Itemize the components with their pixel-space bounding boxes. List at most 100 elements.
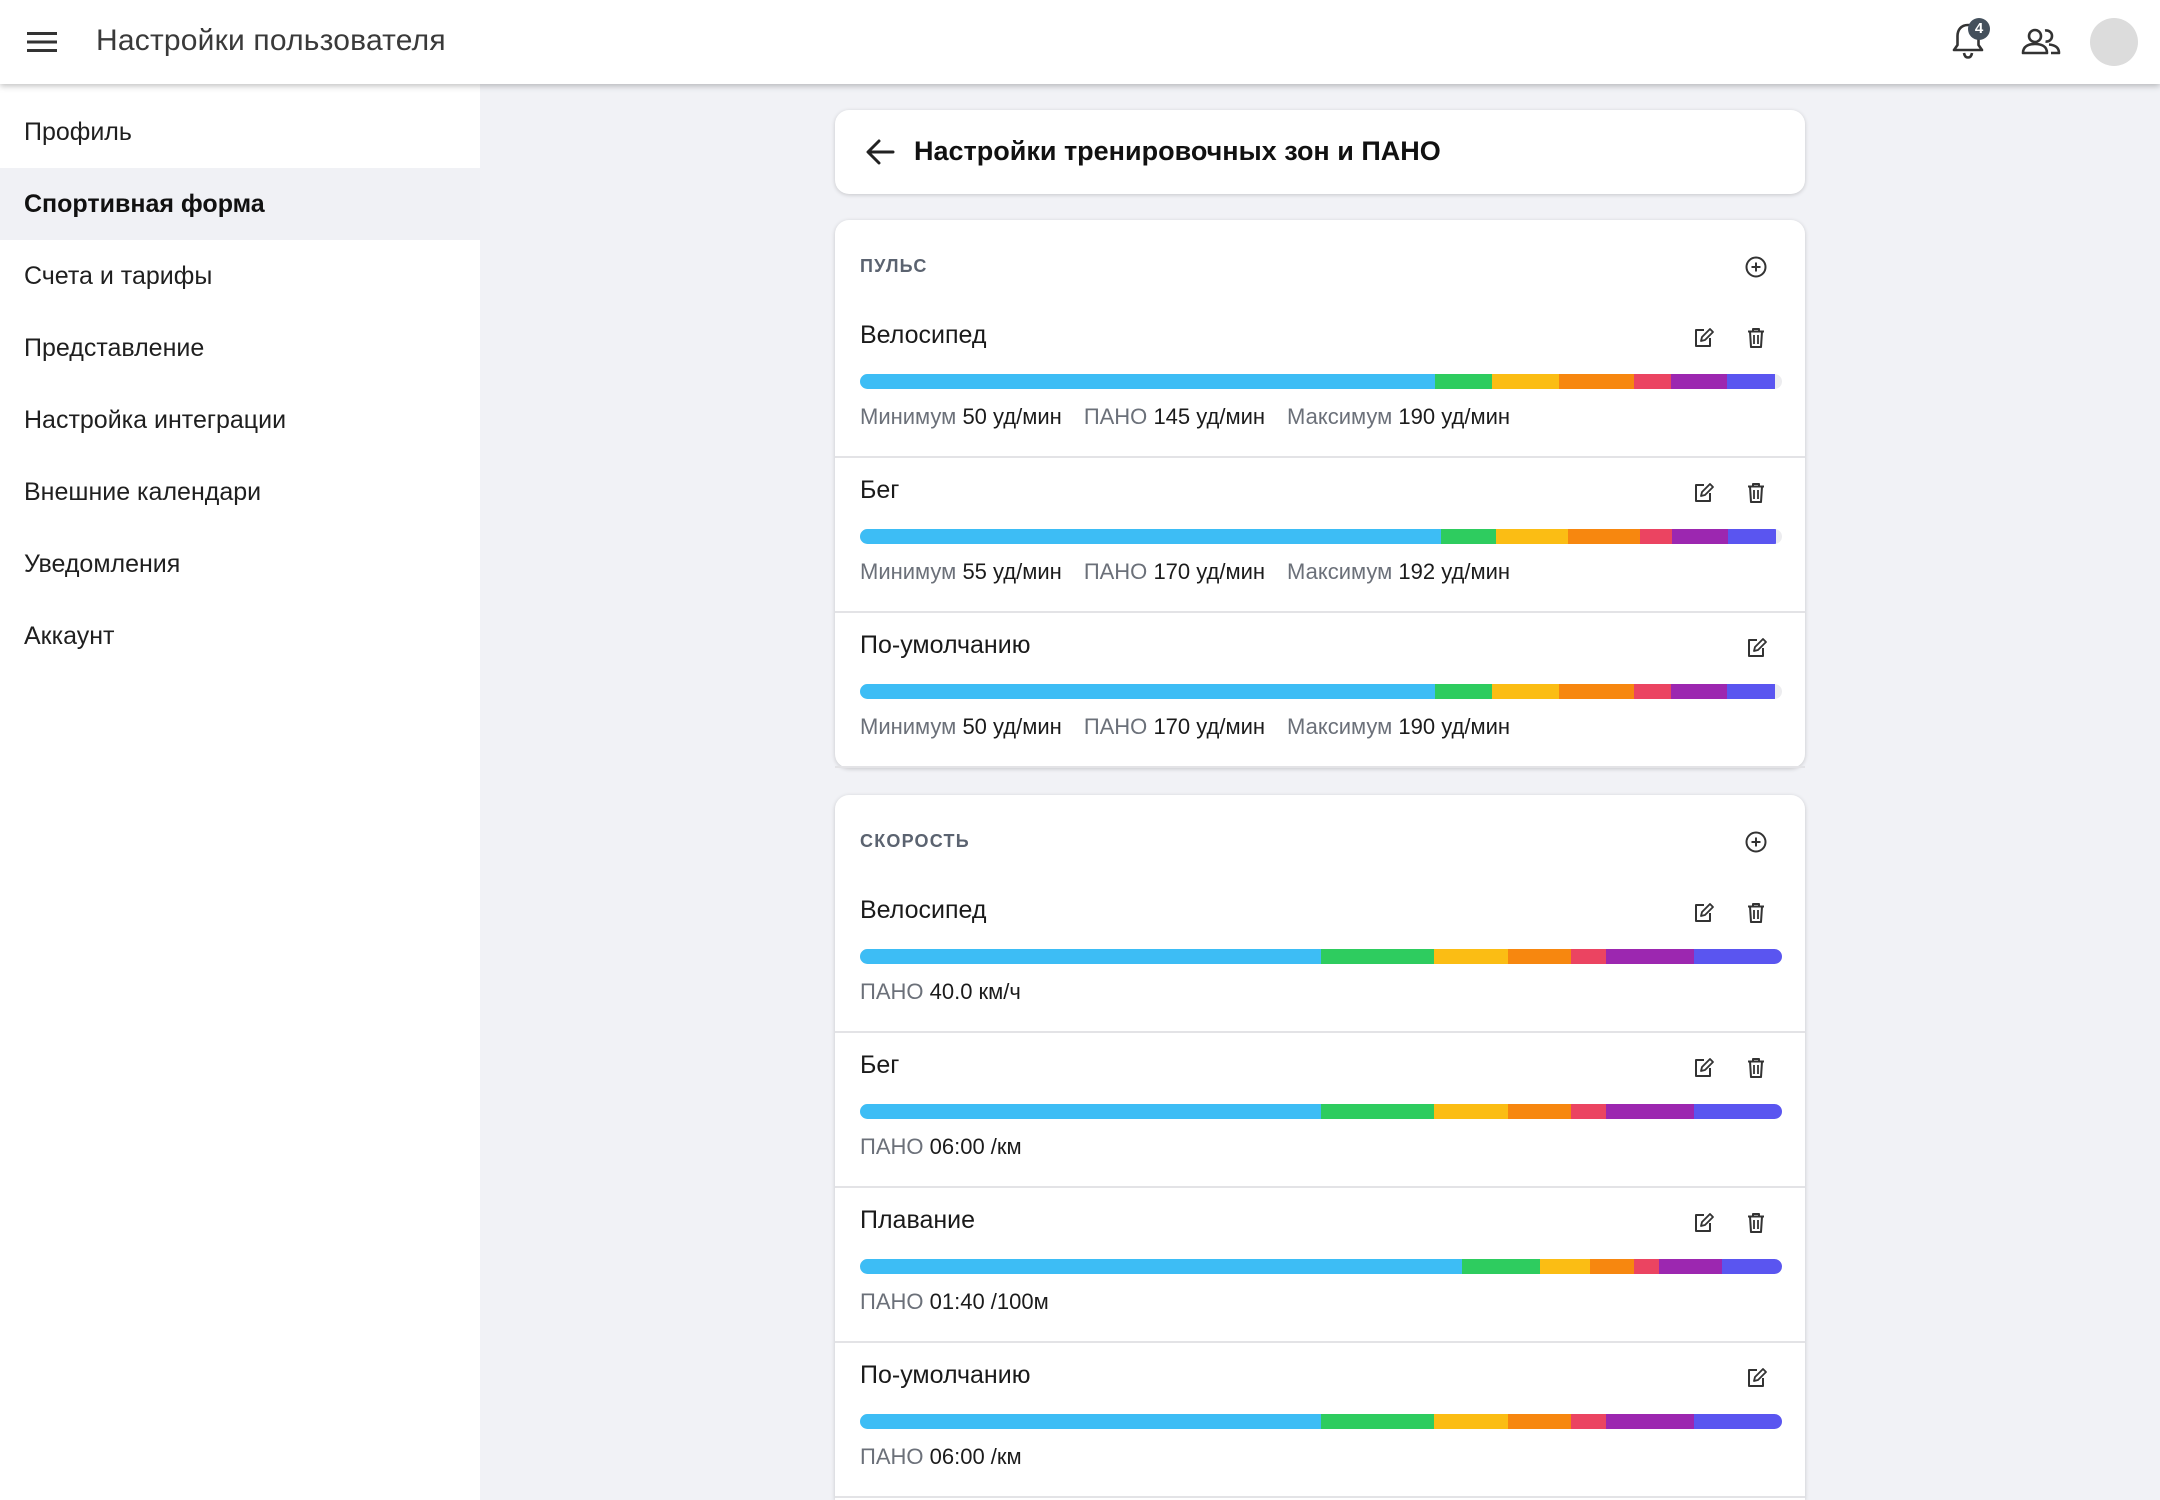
delete-trash-icon[interactable] — [1741, 898, 1771, 928]
add-pulse-zone-plus-circle-icon[interactable] — [1741, 252, 1771, 282]
sidebar-item-appearance[interactable]: Представление — [0, 312, 480, 384]
sidebar-item-integrations[interactable]: Настройка интеграции — [0, 384, 480, 456]
zone-distribution-bar — [860, 949, 1782, 964]
zone-segment-2 — [1440, 529, 1497, 544]
edit-icon[interactable] — [1688, 1208, 1718, 1238]
stat-pano: ПАНО 40.0 км/ч — [860, 979, 1021, 1004]
sidebar-item-sport-form[interactable]: Спортивная форма — [0, 168, 480, 240]
page-header-card: Настройки тренировочных зон и ПАНО — [835, 110, 1805, 194]
delete-trash-icon[interactable] — [1741, 1208, 1771, 1238]
sidebar-item-account[interactable]: Аккаунт — [0, 600, 480, 672]
stat-min: Минимум 50 уд/мин — [860, 714, 1062, 739]
stat-max-value: 192 уд/мин — [1398, 559, 1511, 584]
zone-segment-1 — [860, 1414, 1321, 1429]
zone-segment-4 — [1568, 529, 1640, 544]
section-title-pulse: ПУЛЬС — [860, 256, 928, 276]
zone-distribution-bar — [860, 684, 1782, 699]
stat-max-value: 190 уд/мин — [1398, 404, 1511, 429]
zone-row-name: Плавание — [860, 1206, 976, 1234]
zone-segment-1 — [860, 529, 1441, 544]
zone-row-name: Бег — [860, 1051, 900, 1079]
stat-min-label: Минимум — [860, 714, 957, 739]
zone-segment-4 — [1558, 374, 1635, 389]
zone-segment-2 — [1435, 374, 1492, 389]
zone-segment-1 — [860, 374, 1436, 389]
zone-distribution-bar — [860, 1259, 1782, 1274]
app-title: Настройки пользователя — [96, 24, 446, 57]
zone-segment-4 — [1508, 1104, 1571, 1119]
stat-max: Максимум 190 уд/мин — [1287, 404, 1510, 429]
zone-distribution-bar — [860, 1414, 1782, 1429]
stat-pano: ПАНО 06:00 /км — [860, 1444, 1022, 1469]
zone-segment-3 — [1491, 684, 1559, 699]
zone-segment-3 — [1434, 1104, 1509, 1119]
stat-pano-value: 01:40 /100м — [929, 1289, 1049, 1314]
zone-stats: ПАНО 40.0 км/ч — [860, 979, 1043, 1005]
sidebar-item-notifications[interactable]: Уведомления — [0, 528, 480, 600]
zone-row-name: Бег — [860, 476, 900, 504]
stat-pano-label: ПАНО — [1083, 404, 1148, 429]
edit-icon[interactable] — [1688, 1053, 1718, 1083]
notifications-badge: 4 — [1968, 18, 1990, 40]
zone-segment-7 — [1727, 529, 1776, 544]
section-title-speed: СКОРОСТЬ — [860, 831, 970, 851]
add-speed-zone-plus-circle-icon[interactable] — [1741, 827, 1771, 857]
zone-segment-4 — [1508, 949, 1571, 964]
edit-icon[interactable] — [1741, 1363, 1771, 1393]
zone-distribution-bar — [860, 374, 1782, 389]
stat-min-value: 50 уд/мин — [962, 714, 1062, 739]
zone-segment-2 — [1321, 1104, 1435, 1119]
avatar[interactable] — [2090, 18, 2138, 66]
stat-pano-label: ПАНО — [860, 1134, 924, 1159]
sidebar-item-profile[interactable]: Профиль — [0, 96, 480, 168]
zone-segment-4 — [1558, 684, 1635, 699]
stat-pano: ПАНО 170 уд/мин — [1084, 559, 1265, 584]
stat-max: Максимум 192 уд/мин — [1287, 559, 1510, 584]
edit-icon[interactable] — [1741, 633, 1771, 663]
zone-segment-4 — [1508, 1414, 1571, 1429]
menu-icon[interactable] — [22, 22, 62, 62]
stat-pano: ПАНО 01:40 /100м — [860, 1289, 1049, 1314]
zone-segment-6 — [1671, 374, 1727, 389]
zone-segment-3 — [1491, 374, 1559, 389]
stat-min-label: Минимум — [860, 404, 957, 429]
zone-segment-7 — [1722, 1259, 1782, 1274]
zone-segment-1 — [860, 684, 1436, 699]
zone-segment-6 — [1671, 684, 1727, 699]
stat-pano-value: 06:00 /км — [929, 1444, 1022, 1469]
pulse-zone-row: Бег Минимум 55 уд/мин ПАНО 170 уд/мин Макси… — [835, 458, 1805, 613]
speed-zone-row: Плавание ПАНО 01:40 /100м — [835, 1188, 1805, 1343]
edit-icon[interactable] — [1688, 898, 1718, 928]
top-app-bar: Настройки пользователя 4 — [0, 0, 2160, 84]
delete-trash-icon[interactable] — [1741, 478, 1771, 508]
stat-pano-label: ПАНО — [860, 979, 924, 1004]
edit-icon[interactable] — [1688, 323, 1718, 353]
people-icon[interactable] — [2020, 22, 2062, 62]
pulse-zone-row: Велосипед Минимум 50 уд/мин ПАНО 145 уд/ми… — [835, 303, 1805, 458]
zone-segment-7 — [1694, 949, 1782, 964]
zone-segment-6 — [1672, 529, 1728, 544]
zone-segment-3 — [1539, 1259, 1591, 1274]
stat-min-value: 55 уд/мин — [962, 559, 1062, 584]
stat-pano-label: ПАНО — [1083, 714, 1148, 739]
stat-pano-label: ПАНО — [860, 1289, 924, 1314]
zone-segment-6 — [1605, 949, 1695, 964]
zone-distribution-bar — [860, 529, 1782, 544]
stat-min-value: 50 уд/мин — [962, 404, 1062, 429]
back-arrow-icon[interactable] — [861, 132, 901, 172]
zone-segment-3 — [1434, 949, 1509, 964]
zone-segment-5 — [1634, 374, 1672, 389]
delete-trash-icon[interactable] — [1741, 1053, 1771, 1083]
zone-segment-5 — [1634, 1259, 1660, 1274]
speed-zones-card: СКОРОСТЬ Велосипед ПАНО 40.0 км/ч Бег ПАНО … — [835, 795, 1805, 1500]
zone-segment-2 — [1435, 684, 1492, 699]
zone-stats: Минимум 50 уд/мин ПАНО 170 уд/мин Максимум… — [860, 714, 1532, 740]
edit-icon[interactable] — [1688, 478, 1718, 508]
sidebar-item-external-calendars[interactable]: Внешние календари — [0, 456, 480, 528]
zone-segment-1 — [860, 1259, 1463, 1274]
stat-pano-value: 170 уд/мин — [1153, 714, 1266, 739]
zone-segment-5 — [1570, 949, 1606, 964]
stat-min: Минимум 50 уд/мин — [860, 404, 1062, 429]
delete-trash-icon[interactable] — [1741, 323, 1771, 353]
sidebar-item-billing[interactable]: Счета и тарифы — [0, 240, 480, 312]
